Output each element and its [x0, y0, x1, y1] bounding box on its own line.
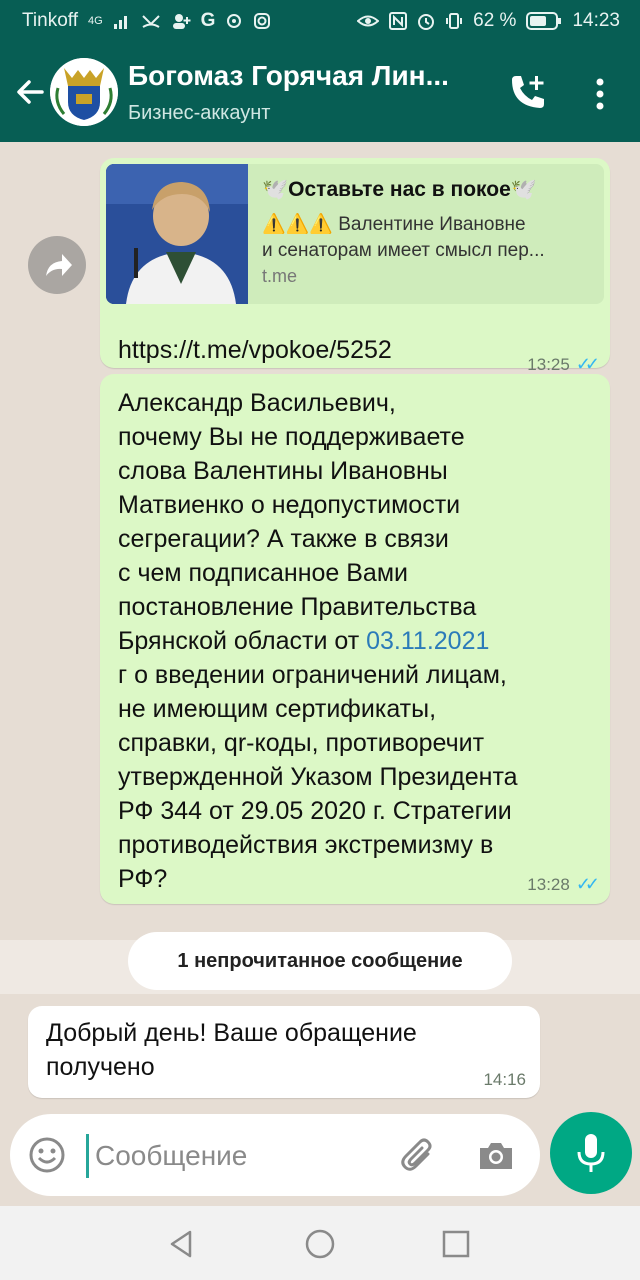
network-type: 4G: [87, 15, 103, 27]
microphone-icon: [577, 1134, 605, 1172]
battery-percent: 62 %: [473, 10, 517, 31]
forward-button[interactable]: [28, 236, 86, 294]
alarm-icon: [418, 14, 435, 30]
add-call-icon[interactable]: [506, 72, 548, 114]
read-receipt-icon: ✓✓: [575, 874, 600, 894]
message-line: г о введении ограничений лицам,: [118, 661, 507, 689]
message-line-text: Брянской области от: [118, 627, 367, 655]
system-navigation-bar: [0, 1206, 640, 1280]
settings-icon: [227, 14, 242, 28]
add-contact-icon: [172, 14, 191, 29]
time-text: 13:28: [527, 874, 570, 894]
message-line: Брянской области от 03.11.2021: [118, 624, 598, 658]
incoming-message[interactable]: Добрый день! Ваше обращение получено 14:…: [28, 1006, 540, 1098]
message-line: Добрый день! Ваше обращение: [46, 1019, 417, 1047]
coat-of-arms-icon: [50, 58, 118, 126]
vibrate-icon: [446, 13, 463, 29]
carrier-name: Tinkoff: [22, 10, 78, 31]
link-preview[interactable]: 🕊️Оставьте нас в покое🕊️ ⚠️⚠️⚠️ Валентин…: [106, 164, 604, 304]
back-arrow-icon[interactable]: [12, 74, 48, 110]
avatar[interactable]: [50, 58, 118, 126]
message-line: почему Вы не поддерживаете: [118, 423, 465, 451]
preview-image: [106, 164, 248, 304]
camera-icon[interactable]: [476, 1136, 516, 1176]
message-line: сегрегации? А также в связи: [118, 525, 449, 553]
outgoing-message-text[interactable]: Александр Васильевич, почему Вы не подде…: [100, 374, 610, 904]
preview-desc-line-2: и сенаторам имеет смысл пер...: [262, 240, 545, 261]
message-body: Александр Васильевич, почему Вы не подде…: [118, 386, 598, 896]
outgoing-message-link[interactable]: 🕊️Оставьте нас в покое🕊️ ⚠️⚠️⚠️ Валентин…: [100, 158, 610, 374]
chat-area[interactable]: 🕊️Оставьте нас в покое🕊️ ⚠️⚠️⚠️ Валентин…: [0, 142, 640, 1104]
message-input[interactable]: [86, 1134, 387, 1178]
nav-home-icon[interactable]: [302, 1226, 338, 1262]
preview-description: ⚠️⚠️⚠️ Валентине Ивановне и сенаторам им…: [262, 212, 592, 264]
message-line: не имеющим сертификаты,: [118, 695, 437, 723]
nav-back-icon[interactable]: [164, 1226, 200, 1262]
eye-icon: [357, 15, 380, 27]
message-line: справки, qr-коды, противоречит: [118, 729, 485, 757]
google-icon: G: [200, 10, 216, 31]
time-text: 13:25: [527, 354, 570, 374]
message-timestamp: 13:25 ✓✓: [527, 354, 600, 375]
battery-icon: [526, 12, 562, 30]
nfc-icon: [389, 12, 408, 30]
missed-call-icon: [141, 15, 160, 28]
message-timestamp: 14:16: [483, 1070, 526, 1090]
message-line: получено: [46, 1053, 155, 1081]
time-text: 14:16: [483, 1070, 526, 1089]
message-timestamp: 13:28 ✓✓: [527, 874, 600, 895]
chat-subtitle[interactable]: Бизнес-аккаунт: [128, 102, 270, 125]
chat-title[interactable]: Богомаз Горячая Лин...: [128, 60, 480, 92]
unread-label: 1 непрочитанное сообщение: [128, 932, 512, 990]
message-line: постановление Правительства: [118, 593, 477, 621]
preview-title: 🕊️Оставьте нас в покое🕊️: [262, 178, 537, 201]
attach-icon[interactable]: [398, 1136, 438, 1176]
date-link[interactable]: 03.11.2021: [366, 627, 489, 655]
voice-record-button[interactable]: [550, 1112, 632, 1194]
unread-divider: 1 непрочитанное сообщение: [0, 932, 640, 994]
message-line: с чем подписанное Вами: [118, 559, 408, 587]
chat-header: Богомаз Горячая Лин... Бизнес-аккаунт: [0, 44, 640, 142]
message-line: противодействия экстремизму в: [118, 831, 494, 859]
message-link[interactable]: https://t.me/vpokoe/5252: [118, 336, 392, 364]
message-line: Александр Васильевич,: [118, 389, 396, 417]
nav-recents-icon[interactable]: [438, 1226, 474, 1262]
message-line: Матвиенко о недопустимости: [118, 491, 461, 519]
message-composer: [10, 1114, 540, 1196]
signal-icon: [113, 16, 127, 29]
emoji-icon[interactable]: [28, 1136, 66, 1174]
message-line: слова Валентины Ивановны: [118, 457, 448, 485]
preview-domain: t.me: [262, 266, 298, 286]
message-line: РФ?: [118, 865, 168, 893]
more-options-icon[interactable]: [586, 74, 614, 114]
read-receipt-icon: ✓✓: [575, 354, 600, 374]
clock: 14:23: [572, 10, 620, 31]
forward-icon: [46, 254, 72, 276]
instagram-icon: [254, 13, 271, 29]
message-body: Добрый день! Ваше обращение получено: [46, 1016, 417, 1084]
preview-desc-line-1: ⚠️⚠️⚠️ Валентине Ивановне: [262, 214, 526, 235]
status-bar: Tinkoff 4G G 62 % 14:23: [0, 0, 640, 44]
message-line: РФ 344 от 29.05 2020 г. Стратегии: [118, 797, 512, 825]
message-line: утвержденной Указом Президента: [118, 763, 518, 791]
